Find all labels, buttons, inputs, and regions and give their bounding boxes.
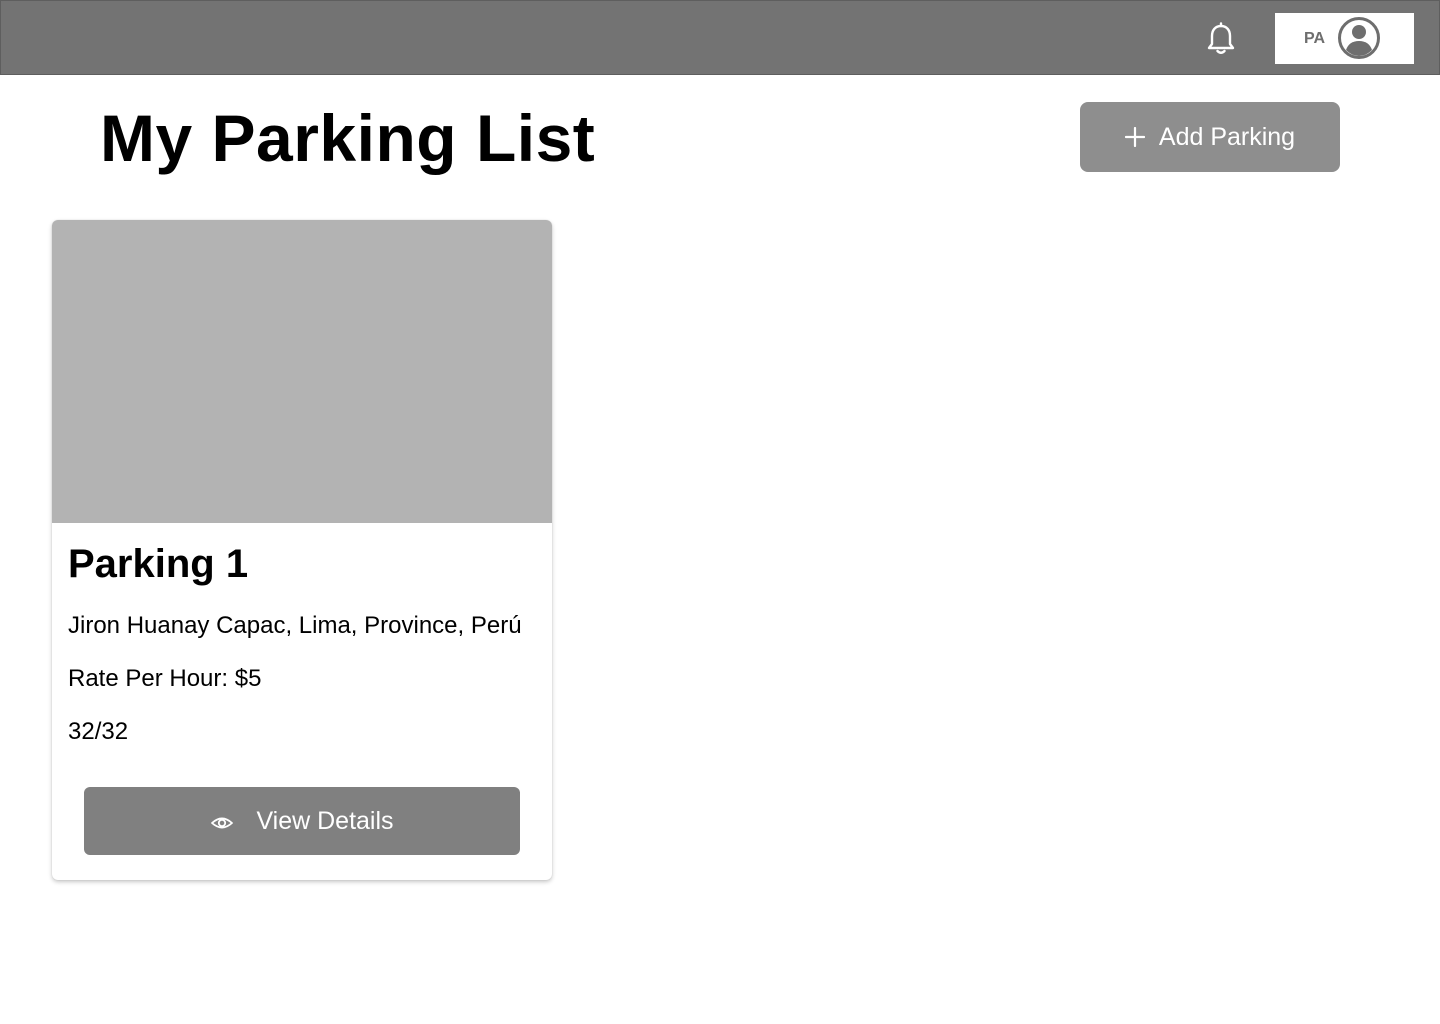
parking-capacity: 32/32 (68, 718, 129, 745)
add-parking-label: Add Parking (1158, 122, 1296, 151)
notification-bell-button[interactable] (1203, 21, 1239, 57)
parking-rate: Rate Per Hour: $5 (68, 665, 262, 692)
parking-name: Parking 1 (68, 542, 249, 586)
eye-icon (211, 817, 234, 829)
bell-icon (1207, 22, 1235, 54)
user-initials: PA (1304, 30, 1326, 47)
user-menu-button[interactable]: PA (1275, 13, 1414, 64)
parking-card: Parking 1 Jiron Huanay Capac, Lima, Prov… (52, 220, 552, 880)
view-details-button[interactable]: View Details (84, 787, 520, 855)
user-circle-icon (1338, 17, 1380, 59)
parking-image-placeholder (52, 220, 552, 523)
top-navbar: PA (0, 0, 1440, 75)
parking-address: Jiron Huanay Capac, Lima, Province, Perú (68, 612, 522, 639)
page-title: My Parking List (100, 101, 596, 175)
plus-icon (1124, 127, 1145, 147)
view-details-label: View Details (256, 806, 394, 835)
add-parking-button[interactable]: Add Parking (1080, 102, 1340, 172)
